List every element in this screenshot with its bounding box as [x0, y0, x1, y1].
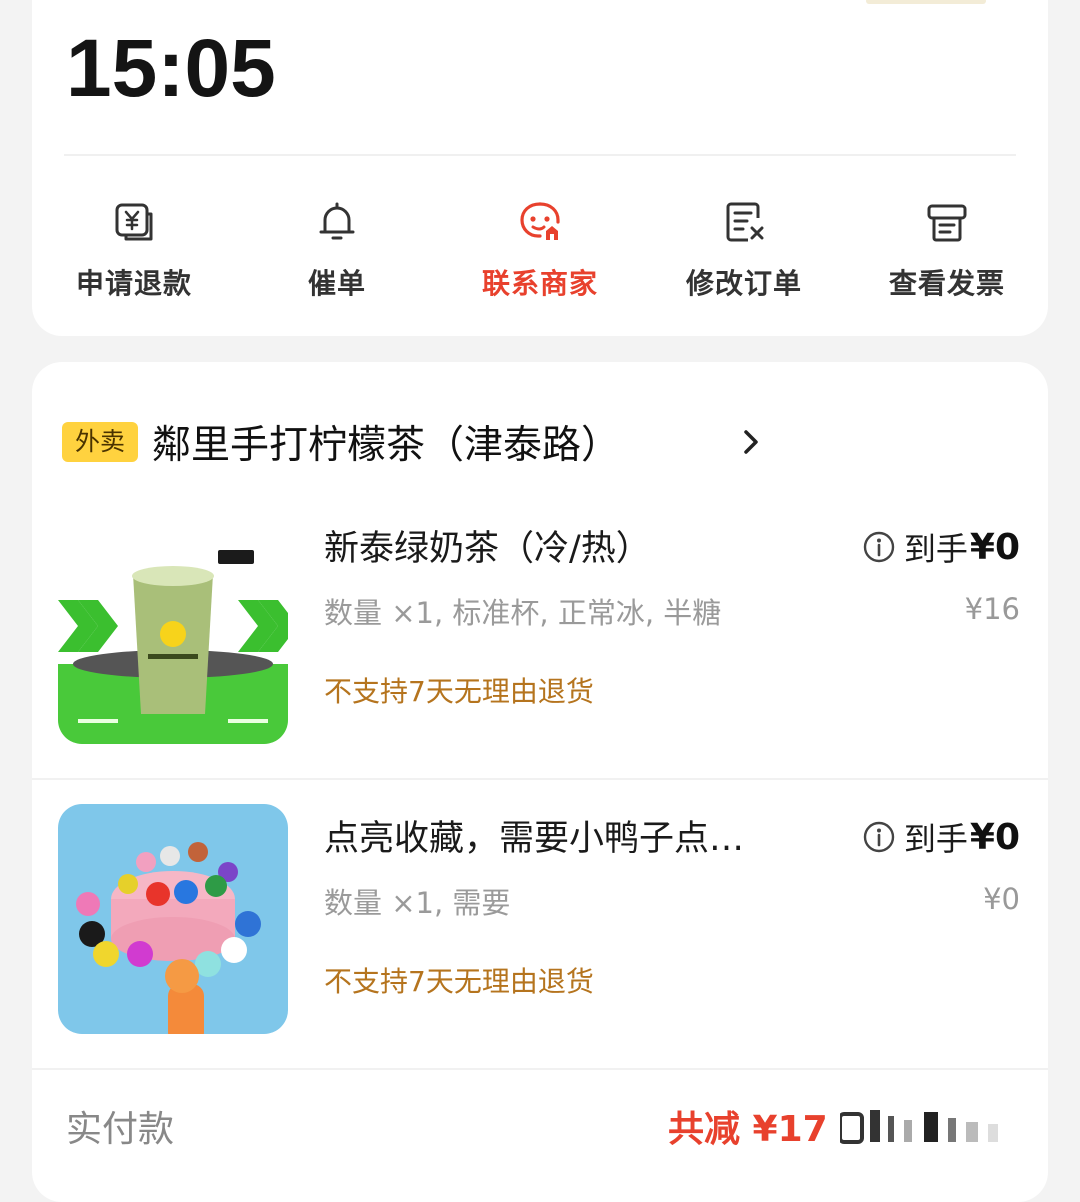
- paid-amount-label: 实付款: [66, 1109, 175, 1150]
- original-price: ¥0: [983, 882, 1020, 916]
- item-name: 点亮收藏，需要小鸭子点…: [324, 819, 745, 859]
- chevron-right-icon[interactable]: [738, 422, 766, 462]
- shop-name[interactable]: 鄰里手打柠檬茶（津泰路）: [152, 414, 620, 470]
- merchant-chat-icon: [520, 202, 560, 240]
- return-policy: 不支持7天无理由退货: [324, 965, 594, 998]
- total-discount: 共减 ¥17: [668, 1109, 828, 1150]
- price-value: ¥0: [969, 816, 1020, 858]
- action-label: 申请退款: [75, 267, 192, 300]
- original-price: ¥16: [964, 592, 1020, 626]
- info-icon[interactable]: [862, 530, 896, 564]
- order-time: 15:05: [66, 23, 276, 114]
- action-bar: 申请退款 催单 联系商家 修改订单 查看发票: [32, 198, 1048, 318]
- final-price: 到手 ¥0: [862, 814, 1020, 860]
- order-item[interactable]: 新泰绿奶茶（冷/热） 数量 ×1, 标准杯, 正常冰, 半糖 不支持7天无理由退…: [32, 514, 1048, 744]
- divider: [64, 154, 1016, 156]
- divider: [32, 1068, 1048, 1070]
- item-spec: 数量 ×1, 需要: [324, 886, 511, 920]
- bell-icon: [319, 202, 355, 240]
- divider: [32, 778, 1048, 780]
- order-detail-card: 外卖 鄰里手打柠檬茶（津泰路） 新泰绿奶茶（冷/热） 数量 ×1, 标准杯, 正…: [32, 362, 1048, 1202]
- price-label: 到手: [903, 820, 968, 858]
- order-status-card: 15:05 申请退款 催单 联系商家 修改订单 查看发票: [32, 0, 1048, 336]
- status-strip: [866, 0, 986, 4]
- item-spec: 数量 ×1, 标准杯, 正常冰, 半糖: [324, 596, 722, 630]
- return-policy: 不支持7天无理由退货: [324, 675, 594, 708]
- watermark-icon: [840, 1110, 998, 1144]
- action-label: 联系商家: [481, 267, 598, 300]
- item-name: 新泰绿奶茶（冷/热）: [324, 529, 651, 569]
- green-milk-tea-image[interactable]: [58, 514, 288, 744]
- delivery-tag: 外卖: [62, 422, 138, 462]
- invoice-icon: [927, 204, 967, 242]
- info-icon[interactable]: [862, 820, 896, 854]
- action-label: 查看发票: [888, 267, 1005, 300]
- edit-order-icon: [726, 202, 764, 242]
- price-label: 到手: [903, 530, 968, 568]
- action-label: 催单: [307, 267, 366, 300]
- rubber-ducks-image[interactable]: [58, 804, 288, 1034]
- refund-icon: [115, 203, 153, 241]
- price-value: ¥0: [969, 526, 1020, 568]
- final-price: 到手 ¥0: [862, 524, 1020, 570]
- action-label: 修改订单: [685, 267, 802, 300]
- order-item[interactable]: 点亮收藏，需要小鸭子点… 数量 ×1, 需要 不支持7天无理由退货 到手 ¥0 …: [32, 804, 1048, 1034]
